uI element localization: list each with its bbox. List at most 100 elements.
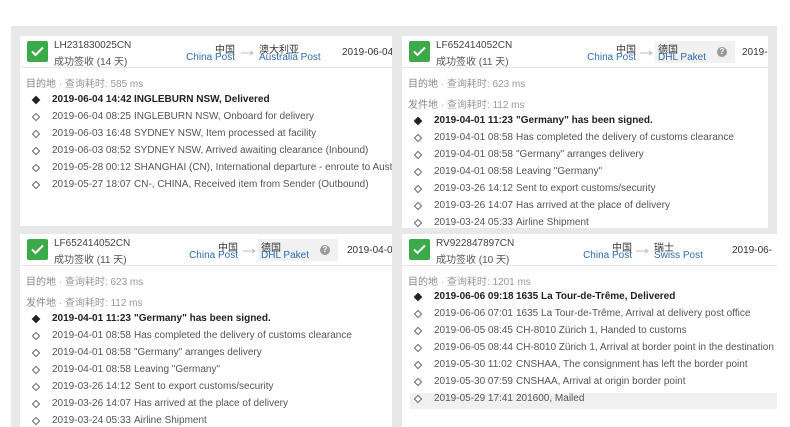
card-header[interactable]: LF652414052CN 成功签收 (11 天) 中国 China Post …: [20, 234, 392, 266]
tracking-card: LH231830025CN 成功签收 (14 天) 中国 China Post …: [20, 36, 392, 226]
timeline-dot-icon: [413, 201, 423, 211]
event-row: 2019-03-26 14:12 Sent to export customs/s…: [28, 381, 388, 397]
event-row: 2019-03-24 05:33 Airline Shipment: [410, 217, 766, 228]
help-icon[interactable]: ?: [320, 245, 330, 255]
destination-box: 德国 DHL Paket ?: [655, 41, 735, 63]
last-update-date: 2019-04-01: [347, 245, 392, 256]
event-row: 2019-04-01 08:58 Has completed the delive…: [28, 330, 388, 346]
event-row: 2019-06-03 16:48 SYDNEY NSW, Item process…: [28, 128, 388, 144]
destination-carrier-link[interactable]: Australia Post: [259, 52, 321, 63]
delivery-status: 成功签收 (11 天): [436, 57, 509, 68]
timeline-dot-icon: [413, 377, 423, 387]
tracking-number[interactable]: LF652414052CN: [54, 238, 130, 249]
event-row: 2019-04-01 08:58 "Germany" arranges deliv…: [28, 347, 388, 363]
timeline-dot-icon: [31, 348, 41, 358]
query-meta-destination: 目的地 · 查询耗时: 585 ms: [26, 79, 144, 90]
route-arrow-icon: [243, 248, 256, 254]
tracking-card: LF652414052CN 成功签收 (11 天) 中国 China Post …: [20, 234, 392, 427]
tracking-number[interactable]: LH231830025CN: [54, 40, 131, 51]
origin-carrier-link[interactable]: China Post: [587, 52, 636, 63]
event-row: 2019-04-01 08:58 Leaving "Germany": [28, 364, 388, 380]
timeline-dot-icon: [413, 326, 423, 336]
delivered-check-icon: [27, 239, 48, 260]
timeline-dot-icon: [413, 116, 423, 126]
origin-carrier-link[interactable]: China Post: [189, 250, 238, 261]
timeline-dot-icon: [31, 331, 41, 341]
event-row: 2019-05-29 17:41 201600, Mailed: [410, 393, 777, 409]
event-row: 2019-04-01 11:23 "Germany" has been signe…: [28, 313, 388, 329]
event-row: 2019-05-27 18:07 CN-, CHINA, Received ite…: [28, 179, 388, 195]
tracking-number[interactable]: RV922847897CN: [436, 238, 514, 249]
destination-carrier-link[interactable]: DHL Paket: [261, 250, 309, 261]
query-meta-destination: 目的地 · 查询耗时: 1201 ms: [408, 277, 531, 288]
event-row: 2019-03-26 14:12 Sent to export customs/s…: [410, 183, 766, 199]
last-update-date: 2019-06-: [732, 245, 773, 256]
event-row: 2019-04-01 08:58 Leaving "Germany": [410, 166, 766, 182]
last-update-date: 2019-0: [742, 47, 768, 58]
timeline-dot-icon: [31, 95, 41, 105]
destination-carrier-link[interactable]: Swiss Post: [654, 250, 703, 261]
event-row: 2019-03-26 14:07 Has arrived at the place…: [28, 398, 388, 414]
event-row: 2019-04-01 08:58 "Germany" arranges deliv…: [410, 149, 766, 165]
event-row: 2019-06-04 14:42 INGLEBURN NSW, Delivered: [28, 94, 388, 110]
card-header[interactable]: LF652414052CN 成功签收 (11 天) 中国 China Post …: [402, 36, 768, 68]
delivered-check-icon: [409, 41, 430, 62]
timeline-dot-icon: [413, 394, 423, 404]
origin-carrier-link[interactable]: China Post: [186, 52, 235, 63]
query-meta-origin: 发件地 · 查询耗时: 112 ms: [26, 298, 143, 309]
timeline-dot-icon: [31, 382, 41, 392]
delivery-status: 成功签收 (11 天): [54, 255, 127, 266]
timeline-dot-icon: [413, 343, 423, 353]
query-meta-origin: 发件地 · 查询耗时: 112 ms: [408, 100, 525, 111]
origin-carrier-link[interactable]: China Post: [583, 250, 632, 261]
timeline-dot-icon: [413, 150, 423, 160]
card-header[interactable]: RV922847897CN 成功签收 (10 天) 中国 China Post …: [402, 234, 777, 266]
event-row: 2019-06-03 08:52 SYDNEY NSW, Arrived awai…: [28, 145, 388, 161]
route-arrow-icon: [640, 50, 653, 56]
results-grid: LH231830025CN 成功签收 (14 天) 中国 China Post …: [11, 26, 777, 427]
destination-box: 瑞士 Swiss Post: [651, 239, 721, 261]
event-row: 2019-06-06 07:01 1635 La Tour-de-Trême, A…: [410, 308, 777, 324]
destination-box: 澳大利亚 Australia Post: [256, 41, 326, 63]
event-row: 2019-05-30 07:59 CNSHAA, Arrival at origi…: [410, 376, 777, 392]
delivery-status: 成功签收 (14 天): [54, 57, 128, 68]
event-row: 2019-06-04 08:25 INGLEBURN NSW, Onboard f…: [28, 111, 388, 127]
timeline-dot-icon: [31, 129, 41, 139]
route-arrow-icon: [241, 50, 254, 56]
event-row: 2019-05-30 11:02 CNSHAA, The consignment …: [410, 359, 777, 375]
tracking-card: RV922847897CN 成功签收 (10 天) 中国 China Post …: [402, 234, 777, 427]
event-row: 2019-04-01 11:23 "Germany" has been signe…: [410, 115, 766, 131]
timeline-dot-icon: [31, 314, 41, 324]
event-row: 2019-05-28 00:12 SHANGHAI (CN), Internati…: [28, 162, 392, 178]
timeline-dot-icon: [413, 133, 423, 143]
event-row: 2019-06-06 09:18 1635 La Tour-de-Trême, D…: [410, 291, 777, 307]
timeline-dot-icon: [413, 360, 423, 370]
destination-box: 德国 DHL Paket ?: [258, 239, 338, 261]
timeline-dot-icon: [31, 180, 41, 190]
delivery-status: 成功签收 (10 天): [436, 255, 510, 266]
timeline-dot-icon: [413, 309, 423, 319]
timeline-dot-icon: [31, 416, 41, 426]
event-row: 2019-06-05 08:45 CH-8010 Zürich 1, Handed…: [410, 325, 777, 341]
timeline-dot-icon: [413, 218, 423, 228]
timeline-dot-icon: [413, 184, 423, 194]
timeline-dot-icon: [31, 399, 41, 409]
timeline-dot-icon: [31, 365, 41, 375]
timeline-dot-icon: [413, 292, 423, 302]
last-update-date: 2019-06-04 1: [342, 47, 392, 58]
event-row: 2019-03-26 14:07 Has arrived at the place…: [410, 200, 766, 216]
timeline-dot-icon: [31, 112, 41, 122]
timeline-dot-icon: [31, 146, 41, 156]
delivered-check-icon: [409, 239, 430, 260]
tracking-card: LF652414052CN 成功签收 (11 天) 中国 China Post …: [402, 36, 768, 228]
event-row: 2019-04-01 08:58 Has completed the delive…: [410, 132, 766, 148]
delivered-check-icon: [27, 41, 48, 62]
card-header[interactable]: LH231830025CN 成功签收 (14 天) 中国 China Post …: [20, 36, 392, 68]
help-icon[interactable]: ?: [717, 47, 727, 57]
query-meta-destination: 目的地 · 查询耗时: 623 ms: [26, 277, 144, 288]
event-row: 2019-03-24 05:33 Airline Shipment: [28, 415, 388, 427]
destination-carrier-link[interactable]: DHL Paket: [658, 52, 706, 63]
tracking-number[interactable]: LF652414052CN: [436, 40, 512, 51]
event-row: 2019-06-05 08:44 CH-8010 Zürich 1, Arriva…: [410, 342, 777, 358]
timeline-dot-icon: [413, 167, 423, 177]
